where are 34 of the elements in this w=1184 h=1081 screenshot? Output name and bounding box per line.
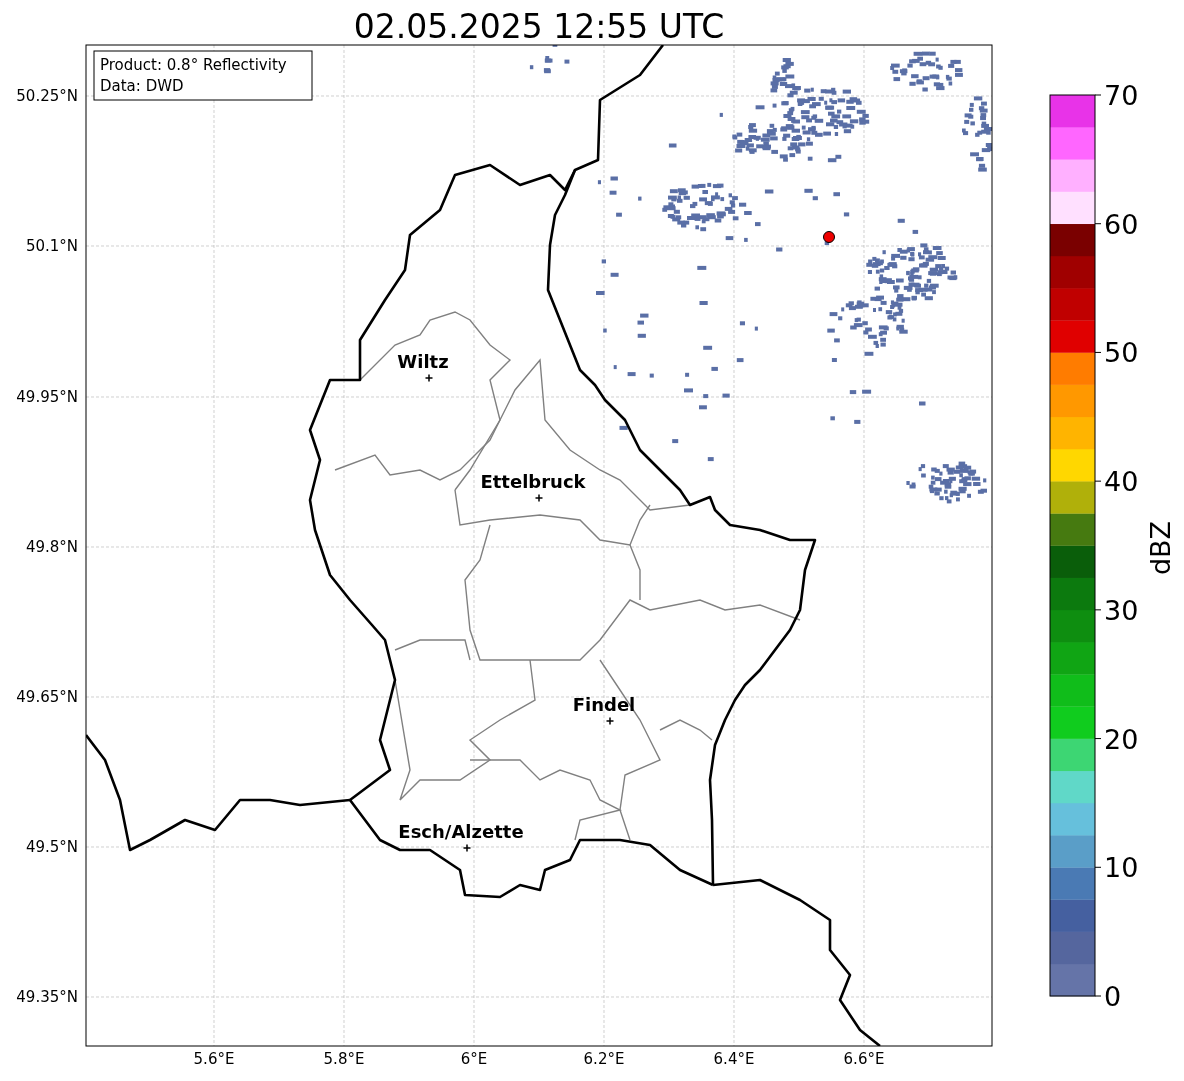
latitude-label: 49.35°N <box>16 988 78 1006</box>
latitude-label: 50.25°N <box>16 87 78 105</box>
city-marker-icon <box>534 493 544 503</box>
city-label: Wiltz <box>397 351 449 372</box>
colorbar-tick-label: 60 <box>1104 208 1139 240</box>
latitude-label: 49.95°N <box>16 388 78 406</box>
radar-site-marker <box>823 231 835 243</box>
info-text: Data: DWD <box>100 77 184 95</box>
info-text: Product: 0.8° Reflectivity <box>100 56 287 74</box>
city-marker-icon <box>462 843 472 853</box>
longitude-label: 6.2°E <box>583 1050 625 1068</box>
colorbar-tick-label: 70 <box>1104 80 1139 111</box>
latitude-label: 50.1°N <box>25 237 78 255</box>
chart-title: 02.05.2025 12:55 UTC <box>353 7 725 46</box>
colorbar-tick-label: 50 <box>1104 337 1139 369</box>
longitude-label: 5.8°E <box>323 1050 365 1068</box>
city-label: Esch/Alzette <box>398 821 524 842</box>
city-marker-icon <box>605 716 615 726</box>
city-label: Ettelbruck <box>480 471 586 492</box>
colorbar-title: dBZ <box>1145 520 1176 576</box>
colorbar-tick-label: 20 <box>1104 723 1139 755</box>
city-label: Findel <box>572 694 636 715</box>
colorbar-tick-label: 40 <box>1104 466 1139 498</box>
longitude-label: 6.4°E <box>713 1050 755 1068</box>
colorbar-tick-label: 30 <box>1104 594 1139 626</box>
latitude-label: 49.65°N <box>16 688 78 706</box>
city-marker-icon <box>424 373 434 383</box>
latitude-label: 49.8°N <box>25 538 78 556</box>
longitude-label: 6°E <box>460 1050 488 1068</box>
longitude-label: 6.6°E <box>843 1050 885 1068</box>
colorbar-tick-label: 0 <box>1104 981 1122 1012</box>
colorbar-tick-label: 10 <box>1104 852 1139 884</box>
latitude-label: 49.5°N <box>25 838 78 856</box>
longitude-label: 5.6°E <box>193 1050 235 1068</box>
